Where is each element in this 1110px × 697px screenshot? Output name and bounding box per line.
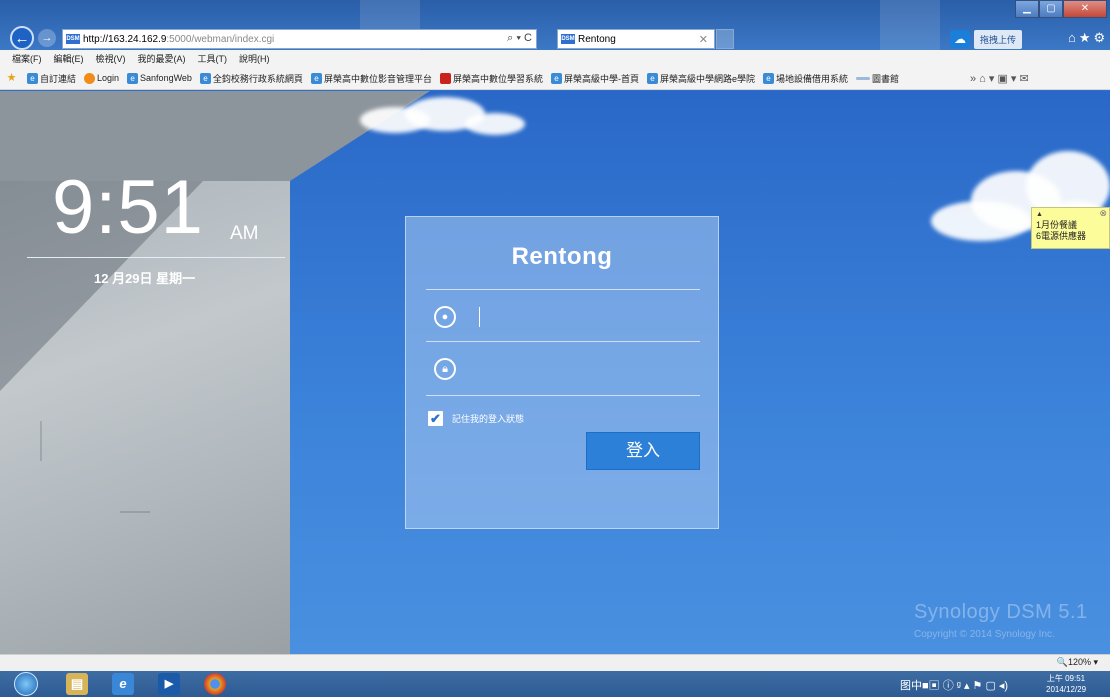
login-title: Rentong [511, 243, 613, 270]
internet-explorer-icon[interactable]: e [112, 673, 134, 695]
login-icon [84, 72, 96, 84]
note-line: 1月份餐議 [1036, 220, 1078, 230]
wall-crack [120, 511, 150, 513]
divider [426, 289, 700, 290]
page-icon: e [550, 72, 562, 84]
lock-icon: 🔒︎ [434, 358, 456, 380]
separator-icon [856, 76, 870, 80]
favorites-star-icon[interactable]: ★ [6, 72, 19, 84]
favorite-link[interactable]: e SanfongWeb [127, 72, 192, 84]
cloud-upload-icon: ☁ [950, 30, 970, 48]
login-button[interactable]: 登入 [586, 432, 700, 470]
wall-crack [40, 421, 42, 461]
clock-date: 12 月29日 星期一 [94, 271, 196, 286]
favorite-link[interactable]: 圖書館 [856, 72, 899, 85]
clock-divider [27, 257, 285, 258]
favorite-link[interactable]: e 全鈞校務行政系統網頁 [199, 72, 303, 85]
window-controls: ▁ ▢ ✕ [1015, 0, 1107, 20]
menu-file[interactable]: 檔案(F) [12, 52, 42, 65]
sticky-note-popup[interactable]: ▲ ⊗ 1月份餐議 6電源供應器 [1031, 207, 1110, 249]
address-text[interactable]: http://163.24.162.9:5000/webman/index.cg… [83, 34, 274, 45]
close-icon[interactable]: ⊗ [1099, 208, 1107, 219]
page-icon: e [199, 72, 211, 84]
forward-button[interactable]: → [38, 29, 56, 47]
favorite-link[interactable]: e 屏榮高級中學-首頁 [550, 72, 639, 85]
dsm-login-page: 9:51 AM 12 月29日 星期一 Rentong ● 🔒︎ ✔ 記住我的登… [0, 91, 1110, 654]
menu-tools[interactable]: 工具(T) [198, 52, 228, 65]
cloud-image [350, 93, 540, 139]
password-input[interactable] [472, 356, 702, 382]
favorite-link[interactable]: e 場地設備借用系統 [762, 72, 848, 85]
menu-edit[interactable]: 編輯(E) [54, 52, 84, 65]
menu-bar: 檔案(F) 編輯(E) 檢視(V) 我的最愛(A) 工具(T) 說明(H) [0, 50, 1110, 67]
new-tab-button[interactable] [716, 29, 734, 49]
elearning-icon [439, 72, 451, 84]
start-button[interactable] [14, 672, 38, 696]
clock-time: 9:51 [52, 165, 204, 250]
user-icon: ● [434, 306, 456, 328]
background-glow [880, 0, 940, 50]
page-icon: e [646, 72, 658, 84]
page-icon: e [127, 72, 139, 84]
menu-favorites[interactable]: 我的最愛(A) [138, 52, 186, 65]
favorite-link[interactable]: e 屏榮高中數位影音管理平台 [310, 72, 432, 85]
home-favorites-settings-icons[interactable]: ⌂★⚙ [1068, 30, 1108, 46]
favorite-link[interactable]: Login [84, 72, 119, 84]
search-refresh-icons[interactable]: ⌕ ▾ C [507, 32, 532, 45]
maximize-button[interactable]: ▢ [1039, 0, 1063, 18]
chrome-icon[interactable] [204, 673, 226, 695]
divider [426, 341, 700, 342]
browser-status-bar: 🔍120% ▾ [0, 654, 1110, 671]
copyright-text: Copyright © 2014 Synology Inc. [914, 629, 1055, 640]
collapse-arrow-icon[interactable]: ▲ [1036, 209, 1043, 220]
upload-button[interactable]: ☁ 拖拽上传 [950, 29, 1036, 49]
windows-taskbar: ▤ e ▶ 图中■▣ ⓘ ᵍ ▴ ⚑ ▢ ◂) 上午 09:51 2014/12… [0, 671, 1110, 697]
tab-rentong[interactable]: DSM Rentong ✕ [557, 29, 715, 49]
favorite-link[interactable]: 屏榮高中數位學習系統 [439, 72, 543, 85]
divider [426, 395, 700, 396]
system-tray[interactable]: 图中■▣ ⓘ ᵍ ▴ ⚑ ▢ ◂) [900, 677, 1008, 693]
file-explorer-icon[interactable]: ▤ [66, 673, 88, 695]
note-line: 6電源供應器 [1036, 231, 1087, 241]
menu-help[interactable]: 說明(H) [239, 52, 270, 65]
text-caret [479, 307, 480, 327]
favorite-link[interactable]: e 屏榮高級中學網路e學院 [646, 72, 755, 85]
favorite-link[interactable]: e 自訂連結 [27, 72, 76, 85]
command-bar-tools[interactable]: » ⌂ ▾ ▣ ▾ ✉ [960, 67, 1110, 89]
browser-title-bar: ← → DSM http://163.24.162.9:5000/webman/… [0, 0, 1110, 50]
taskbar-clock[interactable]: 上午 09:51 2014/12/29 [1046, 673, 1086, 695]
media-player-icon[interactable]: ▶ [158, 673, 180, 695]
menu-view[interactable]: 檢視(V) [96, 52, 126, 65]
page-icon: e [310, 72, 322, 84]
remember-me-checkbox[interactable]: ✔ [428, 411, 443, 426]
tab-close-icon[interactable]: ✕ [699, 33, 708, 46]
page-icon: e [27, 72, 38, 84]
login-panel: Rentong ● 🔒︎ ✔ 記住我的登入狀態 登入 [405, 216, 719, 529]
dsm-favicon-icon: DSM [561, 34, 575, 44]
close-window-button[interactable]: ✕ [1063, 0, 1107, 18]
minimize-button[interactable]: ▁ [1015, 0, 1039, 18]
dsm-favicon-icon: DSM [66, 34, 80, 44]
taskbar-date: 2014/12/29 [1046, 685, 1087, 694]
taskbar-time: 上午 09:51 [1046, 674, 1086, 683]
upload-label: 拖拽上传 [974, 29, 1023, 49]
username-input[interactable] [472, 304, 702, 330]
remember-me-label[interactable]: 記住我的登入狀態 [452, 412, 524, 425]
clock-ampm: AM [230, 223, 259, 244]
back-button[interactable]: ← [10, 26, 34, 50]
page-icon: e [762, 72, 774, 84]
synology-dsm-logo: Synology DSM 5.1 [914, 601, 1088, 623]
address-bar[interactable]: DSM http://163.24.162.9:5000/webman/inde… [62, 29, 537, 49]
zoom-level[interactable]: 🔍120% ▾ [1057, 657, 1098, 668]
favorites-bar: ★ e 自訂連結 Login e SanfongWeb e 全鈞校務行政系統網頁 e屏… [0, 67, 1110, 90]
tab-title: Rentong [578, 33, 616, 45]
